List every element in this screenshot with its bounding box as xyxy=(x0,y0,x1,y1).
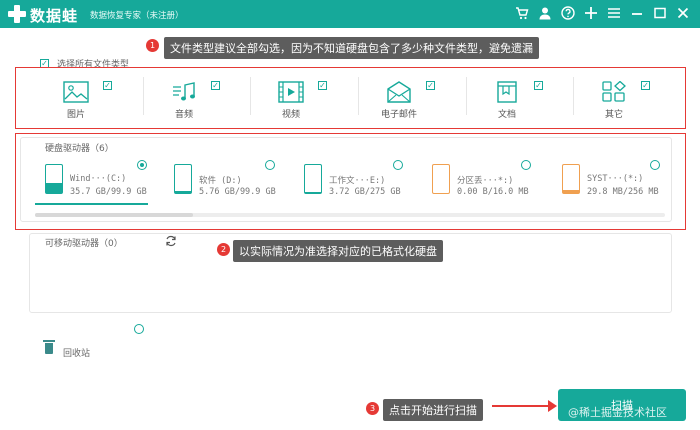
file-type-audio-checkbox[interactable]: ✓ xyxy=(211,81,220,90)
file-type-email[interactable]: ✓ 电子邮件 xyxy=(358,77,448,121)
drive-name: 软件 (D:) xyxy=(199,176,242,186)
document-icon xyxy=(497,81,517,103)
file-type-email-label: 电子邮件 xyxy=(380,110,417,120)
drive-radio[interactable] xyxy=(137,160,147,170)
callout-1: 文件类型建议全部勾选，因为不知道硬盘包含了多少种文件类型，避免遗漏 xyxy=(164,37,539,59)
file-type-document[interactable]: ✓ 文档 xyxy=(466,77,556,121)
drive-size: 5.76 GB/99.9 GB xyxy=(199,187,276,197)
drive-name: 分区丢···*:) xyxy=(457,176,514,186)
music-icon xyxy=(173,82,195,101)
app-brand: 数据蛙 xyxy=(30,7,79,25)
file-type-audio-label: 音频 xyxy=(174,110,193,120)
drive-icon xyxy=(174,164,192,194)
drive-radio[interactable] xyxy=(265,160,275,170)
arrow xyxy=(492,405,550,407)
drive-size: 35.7 GB/99.9 GB xyxy=(70,187,147,197)
email-icon xyxy=(387,81,411,103)
recycle-radio[interactable] xyxy=(134,324,144,334)
minimize-icon[interactable] xyxy=(630,5,644,21)
drives-section-title: 硬盘驱动器（6） xyxy=(45,144,114,154)
file-type-image[interactable]: ✓ 图片 xyxy=(35,77,125,121)
callout-badge-1: 1 xyxy=(146,39,159,52)
drive-selected-indicator xyxy=(35,203,148,205)
refresh-icon[interactable] xyxy=(165,235,177,247)
file-type-other-checkbox[interactable]: ✓ xyxy=(641,81,650,90)
drive-size: 29.8 MB/256 MB xyxy=(587,187,659,197)
app-subtitle: 数据恢复专家（未注册） xyxy=(90,11,184,21)
drives-scrollbar[interactable] xyxy=(35,213,665,217)
close-icon[interactable] xyxy=(676,5,690,21)
drive-name: 工作文···E:) xyxy=(329,176,386,186)
drive-name: Wind···(C:) xyxy=(70,174,127,184)
menu-icon[interactable] xyxy=(607,5,621,21)
file-type-video-label: 视频 xyxy=(281,110,300,120)
user-icon[interactable] xyxy=(538,5,552,21)
drive-radio[interactable] xyxy=(393,160,403,170)
drive-icon xyxy=(562,164,580,194)
file-type-video[interactable]: ✓ 视频 xyxy=(250,77,340,121)
drive-item[interactable]: 软件 (D:) 5.76 GB/99.9 GB xyxy=(174,164,294,204)
trash-icon xyxy=(43,340,55,354)
video-icon xyxy=(278,81,304,103)
file-type-document-checkbox[interactable]: ✓ xyxy=(534,81,543,90)
arrow-head-icon xyxy=(548,400,557,412)
drive-item[interactable]: 分区丢···*:) 0.00 B/16.0 MB xyxy=(432,164,552,204)
file-type-video-checkbox[interactable]: ✓ xyxy=(318,81,327,90)
drive-item[interactable]: Wind···(C:) 35.7 GB/99.9 GB xyxy=(45,164,165,204)
watermark: @稀土掘金技术社区 xyxy=(568,406,667,419)
file-type-other-label: 其它 xyxy=(604,110,623,120)
file-type-email-checkbox[interactable]: ✓ xyxy=(426,81,435,90)
image-icon xyxy=(63,81,89,103)
drive-radio[interactable] xyxy=(650,160,660,170)
removable-panel xyxy=(29,233,672,313)
drive-item[interactable]: SYST···(*:) 29.8 MB/256 MB xyxy=(562,164,682,204)
drive-icon xyxy=(304,164,322,194)
drives-scrollbar-thumb[interactable] xyxy=(35,213,193,217)
help-icon[interactable] xyxy=(561,5,575,21)
drive-radio[interactable] xyxy=(521,160,531,170)
drive-name: SYST···(*:) xyxy=(587,174,644,184)
other-icon xyxy=(602,81,626,102)
drive-icon xyxy=(432,164,450,194)
drive-item[interactable]: 工作文···E:) 3.72 GB/275 GB xyxy=(304,164,424,204)
drive-size: 3.72 GB/275 GB xyxy=(329,187,401,197)
file-type-image-checkbox[interactable]: ✓ xyxy=(103,81,112,90)
title-bar: 数据蛙 数据恢复专家（未注册） xyxy=(0,0,700,28)
drive-size: 0.00 B/16.0 MB xyxy=(457,187,529,197)
file-type-document-label: 文档 xyxy=(497,110,516,120)
file-type-audio[interactable]: ✓ 音频 xyxy=(143,77,233,121)
cart-icon[interactable] xyxy=(515,5,529,21)
callout-badge-3: 3 xyxy=(366,402,379,415)
maximize-icon[interactable] xyxy=(653,5,667,21)
file-type-image-label: 图片 xyxy=(66,110,85,120)
app-logo-icon xyxy=(8,5,26,23)
recycle-bin-label[interactable]: 回收站 xyxy=(63,346,90,359)
file-type-other[interactable]: ✓ 其它 xyxy=(573,77,663,121)
plus-icon[interactable] xyxy=(584,5,598,21)
removable-section-title: 可移动驱动器（0） xyxy=(45,239,123,249)
drive-icon xyxy=(45,164,63,194)
callout-3: 点击开始进行扫描 xyxy=(383,399,483,421)
